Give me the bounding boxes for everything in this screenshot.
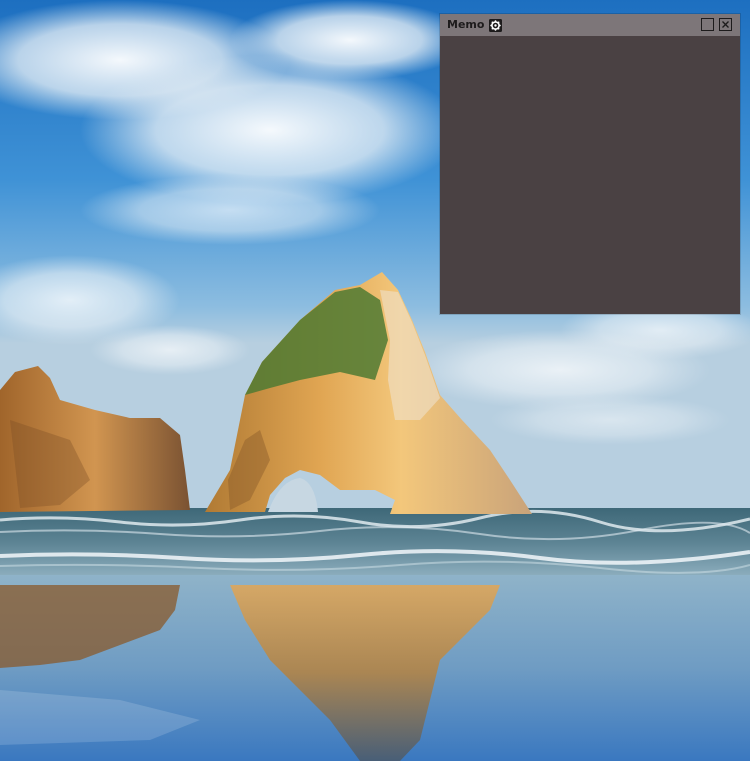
memo-titlebar[interactable]: Memo: [440, 14, 740, 36]
memo-window[interactable]: Memo: [440, 14, 740, 314]
memo-text-area[interactable]: [440, 36, 740, 314]
maximize-button[interactable]: [701, 18, 714, 31]
memo-body[interactable]: [440, 36, 740, 314]
memo-title: Memo: [447, 18, 485, 31]
gear-icon[interactable]: [489, 18, 503, 32]
window-controls: [701, 18, 732, 31]
desktop: Memo: [0, 0, 750, 761]
close-button[interactable]: [719, 18, 732, 31]
close-icon: [722, 21, 729, 28]
